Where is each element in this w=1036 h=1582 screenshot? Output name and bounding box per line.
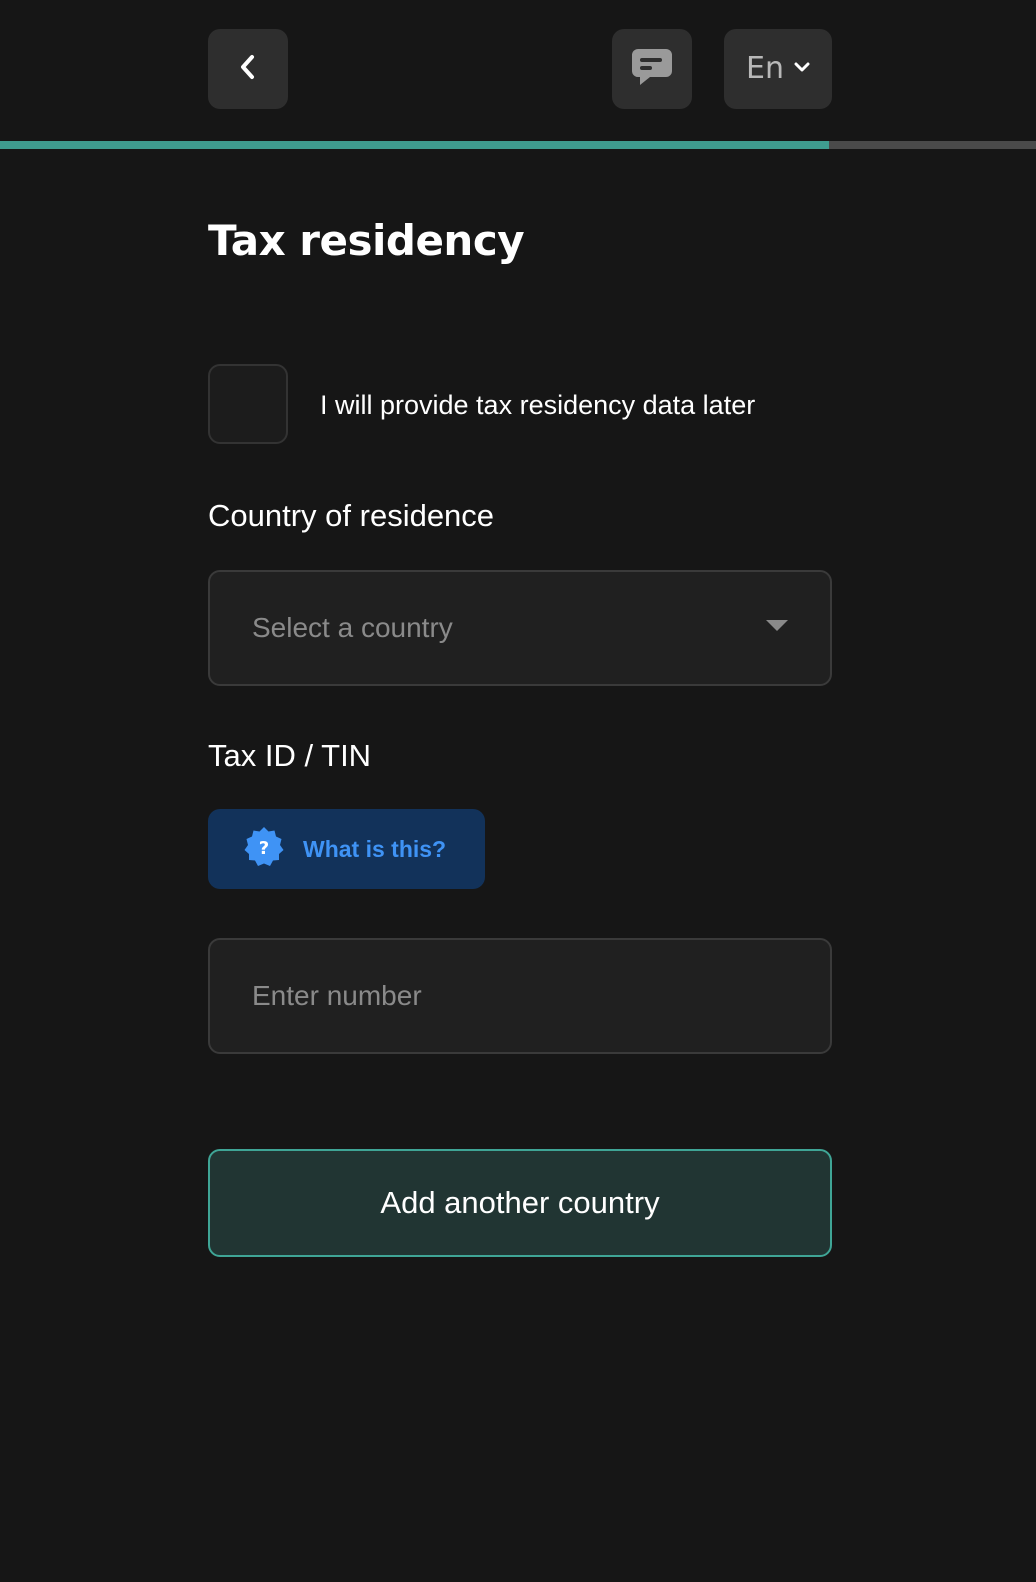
tax-residency-page: En Tax residency I will provide tax resi… [0, 0, 1036, 1582]
back-button[interactable] [208, 29, 288, 109]
svg-text:?: ? [259, 838, 269, 859]
country-label: Country of residence [208, 498, 495, 533]
support-chat-button[interactable] [612, 29, 692, 109]
page-title: Tax residency [208, 216, 525, 265]
provide-later-label[interactable]: I will provide tax residency data later [320, 390, 755, 421]
chevron-left-icon [236, 53, 260, 86]
progress-bar [0, 141, 1036, 149]
tax-id-field[interactable] [208, 938, 832, 1054]
country-select-placeholder: Select a country [252, 612, 453, 643]
add-another-country-button[interactable]: Add another country [208, 1149, 832, 1257]
language-selector[interactable]: En [724, 29, 832, 109]
country-select[interactable]: Select a country [208, 570, 832, 686]
provide-later-checkbox[interactable] [208, 364, 288, 444]
what-is-this-label: What is this? [303, 835, 447, 862]
caret-down-icon [766, 619, 788, 637]
chevron-down-icon [794, 60, 810, 78]
chat-bubble-icon [630, 47, 674, 92]
what-is-this-button[interactable]: ? What is this? [208, 809, 485, 889]
tax-id-label: Tax ID / TIN [208, 738, 372, 773]
tax-id-input[interactable] [252, 980, 788, 1012]
question-badge-icon: ? [243, 826, 285, 873]
language-label: En [746, 51, 784, 86]
progress-bar-fill [0, 141, 829, 149]
